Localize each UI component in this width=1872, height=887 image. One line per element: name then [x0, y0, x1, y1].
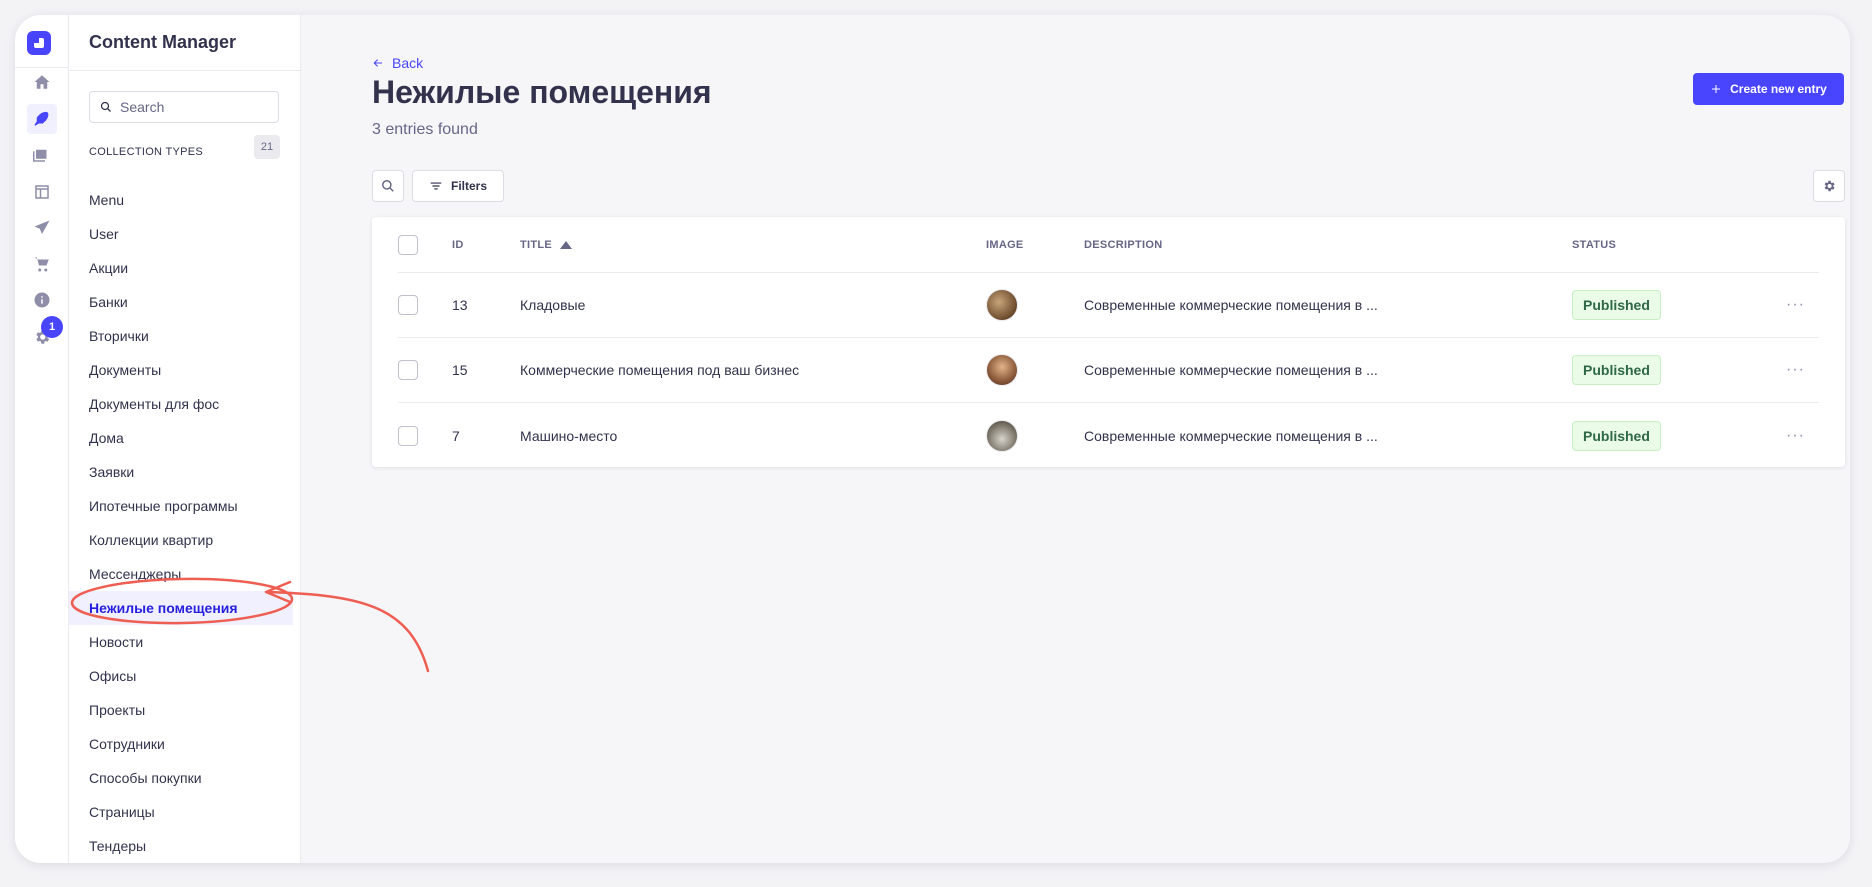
- row-description: Современные коммерческие помещения в ...: [1084, 362, 1378, 378]
- create-label: Create new entry: [1730, 82, 1827, 96]
- back-label: Back: [392, 55, 424, 71]
- layout-icon: [35, 185, 49, 199]
- collection-types-list: Menu User Акции Банки Вторички Документы…: [69, 183, 301, 863]
- nav-info[interactable]: [27, 285, 57, 315]
- filter-icon: [430, 182, 442, 190]
- sort-ascending-icon: [560, 240, 573, 249]
- subnav-title: Content Manager: [89, 32, 237, 52]
- gear-icon: [1824, 180, 1835, 192]
- row-more-actions-button[interactable]: ···: [1786, 273, 1805, 337]
- row-title: Коммерческие помещения под ваш бизнес: [520, 362, 800, 378]
- collection-item[interactable]: Menu: [69, 183, 301, 217]
- row-description: Современные коммерческие помещения в ...: [1084, 297, 1378, 313]
- row-more-actions-button[interactable]: ···: [1786, 403, 1805, 468]
- collection-item[interactable]: Способы покупки: [69, 761, 301, 795]
- table-row[interactable]: 15 Коммерческие помещения под ваш бизнес…: [398, 338, 1819, 403]
- select-all-checkbox[interactable]: [398, 234, 418, 255]
- row-title: Кладовые: [520, 297, 586, 313]
- collection-item[interactable]: Дома: [69, 421, 301, 455]
- row-id: 15: [452, 362, 468, 378]
- info-icon: [34, 292, 50, 308]
- collection-item[interactable]: Ипотечные программы: [69, 489, 301, 523]
- table-search-button[interactable]: [372, 170, 404, 202]
- collection-types-label: COLLECTION TYPES: [89, 146, 204, 158]
- nav-content-type-builder[interactable]: [27, 177, 57, 207]
- search-placeholder: Search: [120, 99, 165, 115]
- table-row[interactable]: 13 Кладовые Современные коммерческие пом…: [398, 273, 1819, 338]
- row-title: Машино-место: [520, 427, 618, 444]
- collection-item[interactable]: Новости: [69, 625, 301, 659]
- search-icon: [382, 180, 394, 192]
- row-id: 7: [452, 427, 460, 444]
- status-badge: Published: [1572, 290, 1661, 320]
- collection-item[interactable]: Тендеры: [69, 829, 301, 863]
- collection-item[interactable]: Проекты: [69, 693, 301, 727]
- collection-item[interactable]: Заявки: [69, 455, 301, 489]
- create-new-entry-button[interactable]: Create new entry: [1693, 73, 1844, 105]
- row-image-thumbnail: [986, 289, 1018, 321]
- strapi-logo[interactable]: [27, 31, 51, 55]
- nav-home[interactable]: [27, 67, 57, 97]
- content-manager-subnav: Content Manager Search COLLECTION TYPES …: [69, 15, 301, 863]
- row-image-thumbnail: [986, 419, 1018, 452]
- collection-item[interactable]: Документы: [69, 353, 301, 387]
- collection-item[interactable]: Офисы: [69, 659, 301, 693]
- filters-button[interactable]: Filters: [412, 170, 504, 202]
- table-row[interactable]: 7 Машино-место Современные коммерческие …: [398, 403, 1819, 468]
- send-icon: [34, 220, 50, 234]
- entries-table: ID TITLE IMAGE DESCRIPTION STATUS 13 Кла…: [372, 217, 1845, 467]
- column-header-image: IMAGE: [986, 238, 1024, 251]
- column-header-title[interactable]: TITLE: [520, 217, 573, 272]
- page-title: Нежилые помещения: [372, 74, 712, 110]
- nav-content-manager[interactable]: [27, 104, 57, 134]
- table-header-row: ID TITLE IMAGE DESCRIPTION STATUS: [398, 217, 1819, 273]
- media-library-icon: [33, 149, 47, 162]
- settings-notification-badge: 1: [41, 316, 63, 338]
- column-header-id[interactable]: ID: [452, 217, 464, 272]
- collection-item[interactable]: Акции: [69, 251, 301, 285]
- nav-email[interactable]: [27, 213, 57, 243]
- row-id: 13: [452, 297, 468, 313]
- main-nav-rail: 1: [15, 15, 69, 863]
- nav-marketplace[interactable]: [27, 249, 57, 279]
- collection-item[interactable]: Документы для фос: [69, 387, 301, 421]
- column-header-status: STATUS: [1572, 238, 1617, 251]
- row-checkbox[interactable]: [398, 295, 418, 315]
- arrow-left-icon: [373, 59, 382, 67]
- row-image-thumbnail: [986, 354, 1018, 386]
- collection-item[interactable]: Страницы: [69, 795, 301, 829]
- collection-item[interactable]: Сотрудники: [69, 727, 301, 761]
- collection-item[interactable]: Вторички: [69, 319, 301, 353]
- filters-label: Filters: [450, 179, 487, 193]
- status-badge: Published: [1572, 420, 1661, 451]
- back-link[interactable]: Back: [372, 55, 423, 71]
- feather-icon: [34, 111, 49, 126]
- status-badge: Published: [1572, 355, 1661, 385]
- view-settings-button[interactable]: [1813, 170, 1845, 202]
- row-description: Современные коммерческие помещения в ...: [1084, 427, 1378, 444]
- collection-item[interactable]: Коллекции квартир: [69, 523, 301, 557]
- collection-item[interactable]: Мессенджеры: [69, 557, 301, 591]
- collection-item[interactable]: Банки: [69, 285, 301, 319]
- plus-icon: [1712, 85, 1721, 93]
- row-more-actions-button[interactable]: ···: [1786, 338, 1805, 402]
- row-checkbox[interactable]: [398, 425, 418, 446]
- collection-search-input[interactable]: Search: [89, 91, 279, 123]
- column-header-title-label: TITLE: [520, 238, 553, 251]
- entries-count: 3 entries found: [372, 121, 478, 138]
- app-window: 1 Content Manager Search COLLECTION TYPE…: [15, 15, 1850, 863]
- collection-item-active[interactable]: Нежилые помещения: [69, 591, 293, 625]
- collection-item[interactable]: User: [69, 217, 301, 251]
- search-icon: [100, 101, 111, 112]
- home-icon: [34, 75, 50, 89]
- cart-icon: [34, 257, 49, 272]
- nav-media-library[interactable]: [27, 140, 57, 170]
- column-header-description[interactable]: DESCRIPTION: [1084, 217, 1162, 272]
- collection-types-count: 21: [254, 135, 280, 159]
- row-checkbox[interactable]: [398, 360, 418, 380]
- list-view: Back Нежилые помещения 3 entries found C…: [301, 15, 1850, 863]
